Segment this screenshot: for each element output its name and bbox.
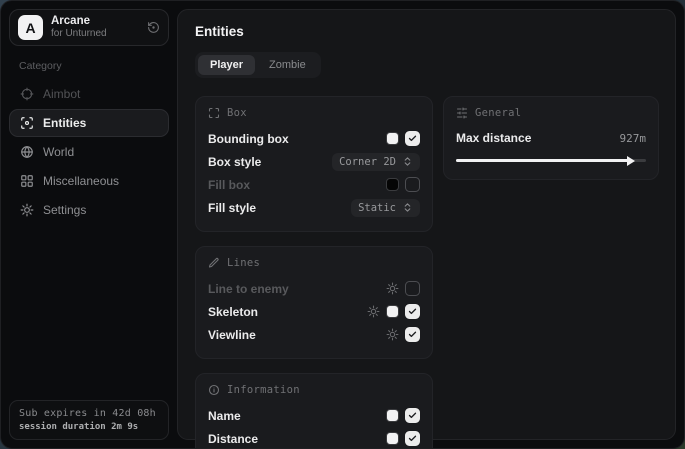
color-swatch[interactable] xyxy=(386,132,399,145)
app-logo: A xyxy=(18,15,43,40)
main-panel: Entities Player Zombie Box xyxy=(177,9,676,440)
sidebar-item-settings[interactable]: Settings xyxy=(9,196,169,224)
sidebar-item-label: Miscellaneous xyxy=(43,174,119,188)
viewline-checkbox[interactable] xyxy=(405,327,420,342)
scan-icon xyxy=(20,116,34,130)
max-distance-slider[interactable] xyxy=(456,153,646,167)
skeleton-settings-gear-icon[interactable] xyxy=(367,305,380,318)
sidebar-item-entities[interactable]: Entities xyxy=(9,109,169,137)
color-swatch[interactable] xyxy=(386,432,399,445)
sidebar-item-label: World xyxy=(43,145,74,159)
setting-label: Bounding box xyxy=(208,132,289,146)
box-card: Box Bounding box Box style xyxy=(195,96,433,232)
setting-row: Name xyxy=(208,404,420,427)
card-title: Lines xyxy=(227,257,260,269)
app-name: Arcane xyxy=(51,15,139,28)
setting-label: Skeleton xyxy=(208,305,258,319)
sync-icon[interactable] xyxy=(147,21,160,34)
sliders-icon xyxy=(456,107,468,119)
slider-fill xyxy=(456,159,632,162)
slider-thumb[interactable] xyxy=(627,156,635,166)
information-card: Information Name Distance xyxy=(195,373,433,449)
distance-checkbox[interactable] xyxy=(405,431,420,446)
card-title: General xyxy=(475,107,521,119)
chevrons-up-down-icon xyxy=(402,202,413,213)
chevrons-up-down-icon xyxy=(402,156,413,167)
bounding-box-checkbox[interactable] xyxy=(405,131,420,146)
setting-label: Line to enemy xyxy=(208,282,289,296)
setting-row: Max distance 927m xyxy=(456,127,646,149)
setting-row: Line to enemy xyxy=(208,277,420,300)
sidebar-item-label: Aimbot xyxy=(43,87,80,101)
skeleton-checkbox[interactable] xyxy=(405,304,420,319)
color-swatch[interactable] xyxy=(386,409,399,422)
box-select-icon xyxy=(208,107,220,119)
color-swatch[interactable] xyxy=(386,178,399,191)
setting-row: Fill style Static xyxy=(208,196,420,219)
page-title: Entities xyxy=(195,24,659,39)
sidebar-item-label: Entities xyxy=(43,116,86,130)
sub-expiry-text: Sub expires in 42d 08h xyxy=(19,408,159,419)
tab-zombie[interactable]: Zombie xyxy=(257,55,318,75)
setting-label: Fill style xyxy=(208,201,256,215)
dropdown-value: Static xyxy=(358,202,396,214)
setting-label: Viewline xyxy=(208,328,256,342)
fill-style-dropdown[interactable]: Static xyxy=(351,199,420,217)
sidebar-item-world[interactable]: World xyxy=(9,138,169,166)
card-title: Box xyxy=(227,107,247,119)
sidebar-nav: Aimbot Entities World xyxy=(9,80,169,224)
subscription-info-card: Sub expires in 42d 08h session duration … xyxy=(9,400,169,440)
crosshair-icon xyxy=(20,87,34,101)
line-to-enemy-checkbox[interactable] xyxy=(405,281,420,296)
setting-label: Max distance xyxy=(456,131,531,145)
sidebar: A Arcane for Unturned Category Aimbot xyxy=(1,1,177,448)
general-card: General Max distance 927m xyxy=(443,96,659,180)
name-checkbox[interactable] xyxy=(405,408,420,423)
grid-icon xyxy=(20,174,34,188)
line-to-enemy-settings-gear-icon[interactable] xyxy=(386,282,399,295)
color-swatch[interactable] xyxy=(386,305,399,318)
setting-row: Viewline xyxy=(208,323,420,346)
category-label: Category xyxy=(19,60,169,72)
lines-card: Lines Line to enemy xyxy=(195,246,433,359)
sidebar-item-aimbot[interactable]: Aimbot xyxy=(9,80,169,108)
gear-icon xyxy=(20,203,34,217)
setting-label: Fill box xyxy=(208,178,250,192)
setting-label: Box style xyxy=(208,155,261,169)
brand-card: A Arcane for Unturned xyxy=(9,9,169,46)
setting-label: Distance xyxy=(208,432,258,446)
sidebar-item-label: Settings xyxy=(43,203,86,217)
pencil-line-icon xyxy=(208,257,220,269)
session-duration-text: session duration 2m 9s xyxy=(19,422,159,432)
dropdown-value: Corner 2D xyxy=(339,156,396,168)
card-title: Information xyxy=(227,384,300,396)
sidebar-item-miscellaneous[interactable]: Miscellaneous xyxy=(9,167,169,195)
info-icon xyxy=(208,384,220,396)
setting-row: Box style Corner 2D xyxy=(208,150,420,173)
entity-tabs: Player Zombie xyxy=(195,52,321,78)
setting-row: Distance xyxy=(208,427,420,449)
app-window: A Arcane for Unturned Category Aimbot xyxy=(0,0,685,449)
setting-row: Bounding box xyxy=(208,127,420,150)
setting-label: Name xyxy=(208,409,241,423)
fill-box-checkbox[interactable] xyxy=(405,177,420,192)
max-distance-value: 927m xyxy=(620,132,647,145)
setting-row: Skeleton xyxy=(208,300,420,323)
tab-player[interactable]: Player xyxy=(198,55,255,75)
app-tagline: for Unturned xyxy=(51,28,139,40)
setting-row: Fill box xyxy=(208,173,420,196)
box-style-dropdown[interactable]: Corner 2D xyxy=(332,153,420,171)
globe-icon xyxy=(20,145,34,159)
viewline-settings-gear-icon[interactable] xyxy=(386,328,399,341)
